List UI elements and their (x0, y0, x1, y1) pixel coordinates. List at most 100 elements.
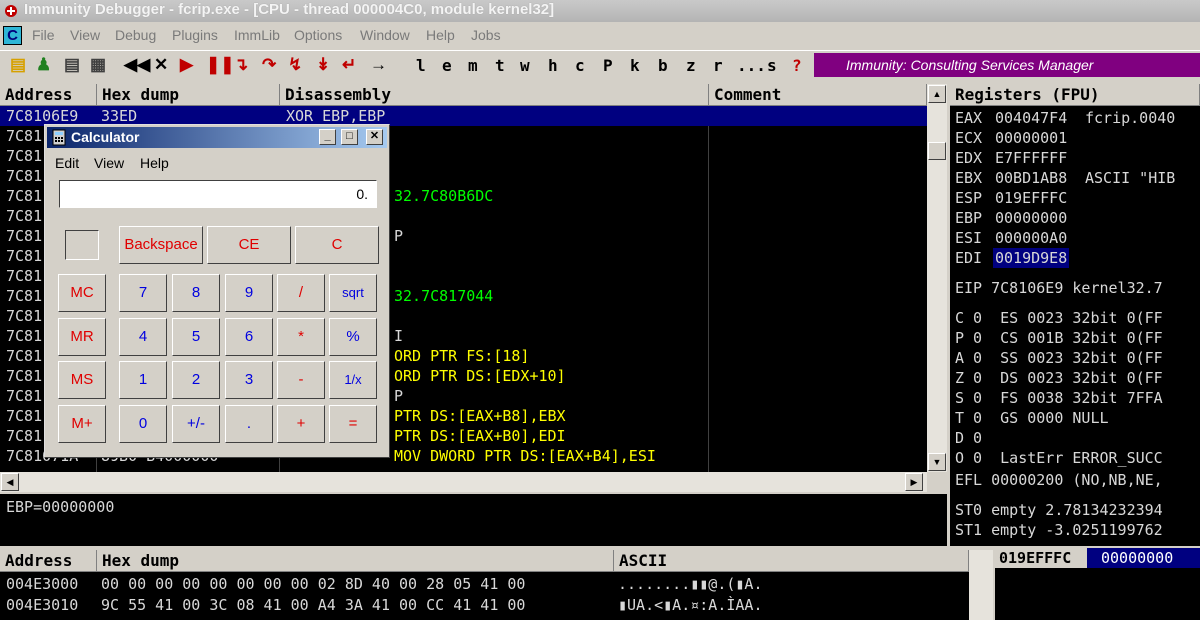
registers-pane[interactable]: EAX 004047F4 fcrip.0040 ECX 00000001 EDX E7FFF… (950, 106, 1200, 546)
step-over-icon[interactable]: ↷ (262, 54, 276, 76)
flag-segment-line[interactable]: Z 0 DS 0023 32bit 0(FF (955, 368, 1163, 388)
disasm-row-address[interactable]: 7C81 (6, 306, 42, 326)
trace-into-icon[interactable]: ↯ (288, 54, 302, 76)
fpu-st1[interactable]: ST1 empty -3.0251199762 (955, 520, 1163, 540)
register-eip[interactable]: EIP 7C8106E9 kernel32.7 (955, 278, 1163, 298)
memory-store-button[interactable]: MS (58, 361, 106, 399)
menu-options[interactable]: Options (294, 27, 342, 43)
disasm-row-address[interactable]: 7C81 (6, 346, 42, 366)
pause-icon[interactable]: ❚❚ (206, 54, 235, 76)
scroll-down-button[interactable]: ▼ (928, 453, 946, 471)
register-value[interactable]: 0019D9E8 (993, 248, 1070, 268)
run-icon[interactable]: ▶ (180, 54, 193, 76)
execute-till-return-icon[interactable]: ↵ (342, 54, 356, 76)
step-into-icon[interactable]: ↴ (234, 54, 248, 76)
maximize-button[interactable]: □ (341, 129, 358, 145)
register-efl[interactable]: EFL 00000200 (NO,NB,NE, (955, 470, 1163, 490)
dump-row-ascii[interactable]: ........▮▮@.(▮A. (618, 574, 763, 594)
dump-row-address[interactable]: 004E3000 (6, 574, 78, 594)
disasm-row-instruction[interactable]: I (394, 326, 403, 346)
dump-pane[interactable]: 004E3000 00 00 00 00 00 00 00 00 02 8D 40… (0, 572, 969, 620)
toolbar-call-stack[interactable]: k (630, 56, 640, 75)
disassembly-vertical-scrollbar[interactable]: ▲ ▼ (927, 84, 947, 472)
dump-row-hex[interactable]: 00 00 00 00 00 00 00 00 02 8D 40 00 28 0… (101, 574, 525, 594)
disasm-row-instruction[interactable]: P (394, 386, 403, 406)
disasm-row-address[interactable]: 7C81 (6, 166, 42, 186)
consulting-banner[interactable]: Immunity: Consulting Services Manager (814, 53, 1200, 77)
scroll-up-button[interactable]: ▲ (928, 85, 946, 103)
flag-segment-line[interactable]: D 0 (955, 428, 982, 448)
decimal-point-button[interactable]: . (225, 405, 273, 443)
clear-button[interactable]: C (295, 226, 379, 264)
toolbar-threads[interactable]: t (495, 56, 505, 75)
restart-icon[interactable]: ▤ (64, 54, 80, 76)
disasm-row-instruction[interactable]: 32.7C817044 (394, 286, 493, 306)
dump-vertical-scrollbar[interactable] (969, 550, 993, 620)
digit-4-button[interactable]: 4 (119, 318, 167, 356)
register-value[interactable]: 019EFFFC (995, 188, 1067, 208)
registers-header[interactable]: Registers (FPU) (950, 84, 1200, 106)
toolbar-help[interactable]: ? (792, 56, 802, 75)
stack-value[interactable]: 00000000 (1087, 548, 1200, 568)
disasm-row-address[interactable]: 7C81 (6, 246, 42, 266)
disasm-row-instruction[interactable]: PTR DS:[EAX+B8],EBX (394, 406, 566, 426)
dump-header-ascii[interactable]: ASCII (614, 550, 969, 572)
flag-segment-line[interactable]: O 0 LastErr ERROR_SUCC (955, 448, 1163, 468)
disasm-row-hex[interactable]: 33ED (101, 106, 137, 126)
flag-segment-line[interactable]: A 0 SS 0023 32bit 0(FF (955, 348, 1163, 368)
dump-row-hex[interactable]: 9C 55 41 00 3C 08 41 00 A4 3A 41 00 CC 4… (101, 595, 525, 615)
disasm-row-address[interactable]: 7C81 (6, 426, 42, 446)
menu-jobs[interactable]: Jobs (471, 27, 501, 43)
close-icon[interactable]: ✕ (154, 54, 168, 76)
register-value[interactable]: 00000000 (995, 208, 1067, 228)
disasm-row-address[interactable]: 7C81 (6, 266, 42, 286)
dump-row-address[interactable]: 004E3010 (6, 595, 78, 615)
add-button[interactable]: + (277, 405, 325, 443)
flag-segment-line[interactable]: P 0 CS 001B 32bit 0(FF (955, 328, 1163, 348)
toolbar-executable-modules[interactable]: e (442, 56, 452, 75)
disasm-row-address[interactable]: 7C81 (6, 226, 42, 246)
attach-icon[interactable]: ♟ (36, 54, 51, 76)
toolbar-breakpoints[interactable]: b (658, 56, 668, 75)
calc-menu-help[interactable]: Help (140, 155, 169, 171)
trace-over-icon[interactable]: ↡ (316, 54, 330, 76)
digit-8-button[interactable]: 8 (172, 274, 220, 312)
disasm-row-address[interactable]: 7C81 (6, 126, 42, 146)
minimize-button[interactable]: _ (319, 129, 336, 145)
stack-address[interactable]: 019EFFFC (995, 548, 1087, 568)
toolbar-handles[interactable]: h (548, 56, 558, 75)
disasm-row-instruction[interactable]: XOR EBP,EBP (286, 106, 385, 126)
disasm-row-address[interactable]: 7C8106E9 (6, 106, 78, 126)
toolbar-hardware-breakpoints[interactable]: z (686, 56, 696, 75)
memory-clear-button[interactable]: MC (58, 274, 106, 312)
disasm-row-instruction[interactable]: ORD PTR DS:[EDX+10] (394, 366, 566, 386)
divide-button[interactable]: / (277, 274, 325, 312)
memory-add-button[interactable]: M+ (58, 405, 106, 443)
toolbar-cpu[interactable]: c (575, 56, 585, 75)
close-button[interactable]: ✕ (366, 129, 383, 145)
sign-toggle-button[interactable]: +/- (172, 405, 220, 443)
go-to-icon[interactable]: → (370, 54, 387, 76)
calculator-title-bar[interactable]: Calculator _ □ ✕ (47, 127, 387, 148)
toolbar-references[interactable]: r (713, 56, 723, 75)
menu-plugins[interactable]: Plugins (172, 27, 218, 43)
disassembly-horizontal-scrollbar[interactable]: ◀ ▶ (0, 472, 927, 492)
clear-entry-button[interactable]: CE (207, 226, 291, 264)
menu-help[interactable]: Help (426, 27, 455, 43)
reciprocal-button[interactable]: 1/x (329, 361, 377, 399)
dump-header-address[interactable]: Address (0, 550, 97, 572)
toolbar-source[interactable]: s (767, 56, 777, 75)
disasm-row-address[interactable]: 7C81 (6, 386, 42, 406)
flag-segment-line[interactable]: C 0 ES 0023 32bit 0(FF (955, 308, 1163, 328)
disasm-row-address[interactable]: 7C81 (6, 146, 42, 166)
dump-header-hex-dump[interactable]: Hex dump (97, 550, 614, 572)
percent-button[interactable]: % (329, 318, 377, 356)
column-header-disassembly[interactable]: Disassembly (280, 84, 709, 106)
toolbar-memory-map[interactable]: m (468, 56, 478, 75)
stack-pane[interactable]: 019EFFFC 00000000 (995, 548, 1200, 620)
calc-menu-edit[interactable]: Edit (55, 155, 79, 171)
digit-6-button[interactable]: 6 (225, 318, 273, 356)
register-value[interactable]: 004047F4 (995, 108, 1067, 128)
memory-recall-button[interactable]: MR (58, 318, 106, 356)
digit-1-button[interactable]: 1 (119, 361, 167, 399)
